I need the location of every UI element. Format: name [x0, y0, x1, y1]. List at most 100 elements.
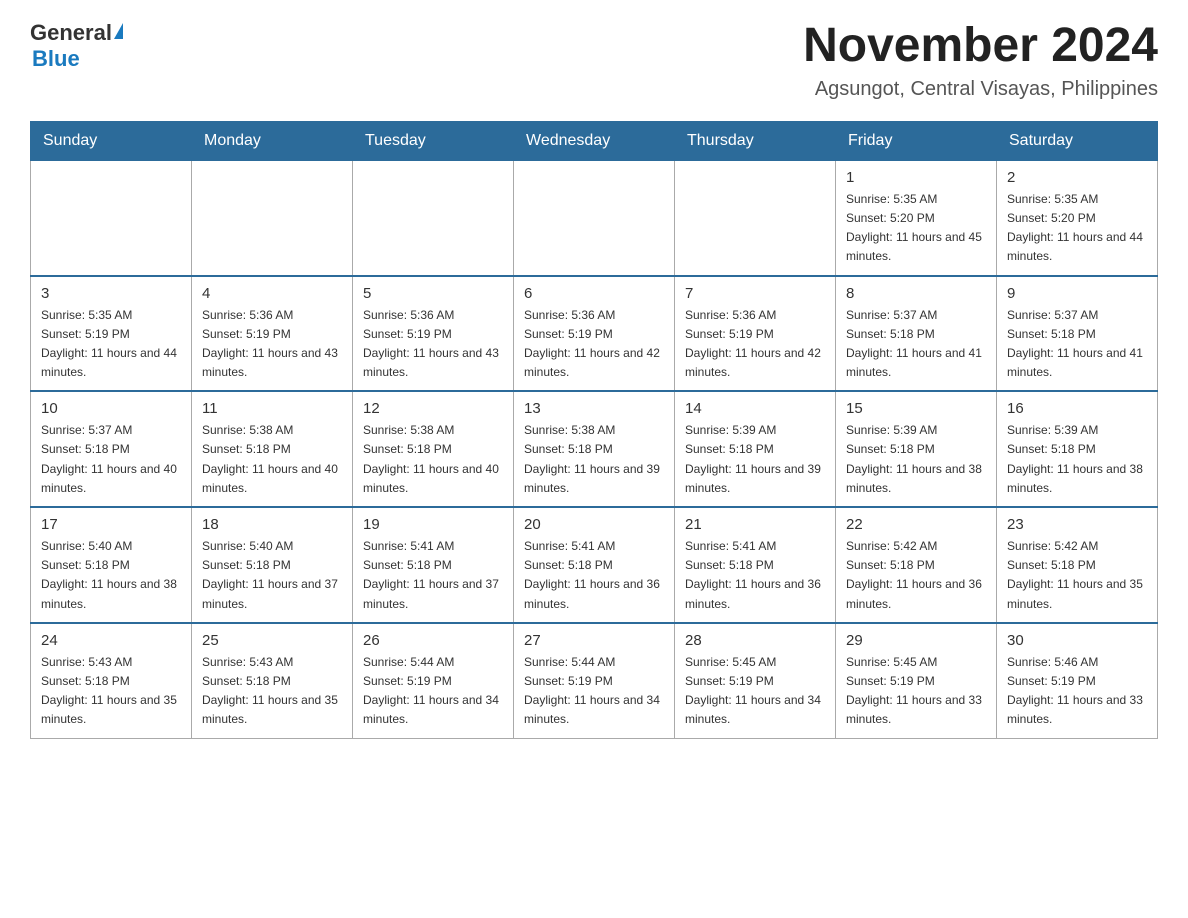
logo-general: General: [30, 20, 112, 46]
calendar-day-cell: 21 Sunrise: 5:41 AM Sunset: 5:18 PM Dayli…: [675, 507, 836, 623]
day-info: Sunrise: 5:43 AM Sunset: 5:18 PM Dayligh…: [41, 653, 181, 730]
day-info: Sunrise: 5:40 AM Sunset: 5:18 PM Dayligh…: [202, 537, 342, 614]
calendar-day-cell: 27 Sunrise: 5:44 AM Sunset: 5:19 PM Dayli…: [514, 623, 675, 738]
calendar-day-cell: 20 Sunrise: 5:41 AM Sunset: 5:18 PM Dayli…: [514, 507, 675, 623]
day-number: 13: [524, 400, 664, 417]
calendar-day-cell: [31, 160, 192, 275]
logo: General Blue: [30, 20, 123, 72]
day-number: 8: [846, 285, 986, 302]
day-number: 20: [524, 516, 664, 533]
day-of-week-header: Thursday: [675, 121, 836, 160]
day-info: Sunrise: 5:35 AM Sunset: 5:19 PM Dayligh…: [41, 306, 181, 383]
day-number: 21: [685, 516, 825, 533]
day-number: 9: [1007, 285, 1147, 302]
calendar-week-row: 24Sunrise: 5:43 AM Sunset: 5:18 PM Dayli…: [31, 623, 1158, 738]
calendar-day-cell: 30 Sunrise: 5:46 AM Sunset: 5:19 PM Dayli…: [997, 623, 1158, 738]
calendar-day-cell: 17 Sunrise: 5:40 AM Sunset: 5:18 PM Dayli…: [31, 507, 192, 623]
calendar-week-row: 1 Sunrise: 5:35 AM Sunset: 5:20 PM Daylig…: [31, 160, 1158, 275]
calendar-day-cell: [675, 160, 836, 275]
calendar-day-cell: 18 Sunrise: 5:40 AM Sunset: 5:18 PM Dayli…: [192, 507, 353, 623]
calendar-day-cell: 23 Sunrise: 5:42 AM Sunset: 5:18 PM Dayli…: [997, 507, 1158, 623]
day-number: 11: [202, 400, 342, 417]
day-number: 30: [1007, 632, 1147, 649]
day-info: Sunrise: 5:35 AM Sunset: 5:20 PM Dayligh…: [1007, 190, 1147, 267]
calendar-day-cell: 28 Sunrise: 5:45 AM Sunset: 5:19 PM Dayli…: [675, 623, 836, 738]
calendar-day-cell: 13 Sunrise: 5:38 AM Sunset: 5:18 PM Dayli…: [514, 391, 675, 507]
day-number: 19: [363, 516, 503, 533]
day-number: 1: [846, 169, 986, 186]
title-section: November 2024 Agsungot, Central Visayas,…: [803, 20, 1158, 101]
day-number: 14: [685, 400, 825, 417]
day-info: Sunrise: 5:36 AM Sunset: 5:19 PM Dayligh…: [363, 306, 503, 383]
day-info: Sunrise: 5:45 AM Sunset: 5:19 PM Dayligh…: [685, 653, 825, 730]
day-number: 18: [202, 516, 342, 533]
calendar-week-row: 10 Sunrise: 5:37 AM Sunset: 5:18 PM Dayli…: [31, 391, 1158, 507]
day-info: Sunrise: 5:40 AM Sunset: 5:18 PM Dayligh…: [41, 537, 181, 614]
day-number: 25: [202, 632, 342, 649]
day-info: Sunrise: 5:39 AM Sunset: 5:18 PM Dayligh…: [1007, 421, 1147, 498]
calendar-day-cell: 22Sunrise: 5:42 AM Sunset: 5:18 PM Dayli…: [836, 507, 997, 623]
day-number: 26: [363, 632, 503, 649]
day-info: Sunrise: 5:37 AM Sunset: 5:18 PM Dayligh…: [1007, 306, 1147, 383]
day-number: 17: [41, 516, 181, 533]
day-of-week-header: Saturday: [997, 121, 1158, 160]
day-info: Sunrise: 5:42 AM Sunset: 5:18 PM Dayligh…: [846, 537, 986, 614]
day-number: 23: [1007, 516, 1147, 533]
calendar-day-cell: 4 Sunrise: 5:36 AM Sunset: 5:19 PM Daylig…: [192, 276, 353, 392]
day-info: Sunrise: 5:37 AM Sunset: 5:18 PM Dayligh…: [41, 421, 181, 498]
day-info: Sunrise: 5:46 AM Sunset: 5:19 PM Dayligh…: [1007, 653, 1147, 730]
calendar-day-cell: 6 Sunrise: 5:36 AM Sunset: 5:19 PM Daylig…: [514, 276, 675, 392]
calendar-day-cell: 15Sunrise: 5:39 AM Sunset: 5:18 PM Dayli…: [836, 391, 997, 507]
calendar-day-cell: 26 Sunrise: 5:44 AM Sunset: 5:19 PM Dayli…: [353, 623, 514, 738]
calendar-day-cell: 25Sunrise: 5:43 AM Sunset: 5:18 PM Dayli…: [192, 623, 353, 738]
calendar-day-cell: 9 Sunrise: 5:37 AM Sunset: 5:18 PM Daylig…: [997, 276, 1158, 392]
logo-blue-text: Blue: [32, 46, 80, 72]
day-info: Sunrise: 5:39 AM Sunset: 5:18 PM Dayligh…: [685, 421, 825, 498]
day-info: Sunrise: 5:41 AM Sunset: 5:18 PM Dayligh…: [685, 537, 825, 614]
calendar-day-cell: 8 Sunrise: 5:37 AM Sunset: 5:18 PM Daylig…: [836, 276, 997, 392]
calendar-day-cell: 5 Sunrise: 5:36 AM Sunset: 5:19 PM Daylig…: [353, 276, 514, 392]
day-number: 27: [524, 632, 664, 649]
day-number: 5: [363, 285, 503, 302]
calendar-day-cell: [514, 160, 675, 275]
day-info: Sunrise: 5:45 AM Sunset: 5:19 PM Dayligh…: [846, 653, 986, 730]
calendar-day-cell: [192, 160, 353, 275]
calendar-day-cell: 7Sunrise: 5:36 AM Sunset: 5:19 PM Daylig…: [675, 276, 836, 392]
day-info: Sunrise: 5:36 AM Sunset: 5:19 PM Dayligh…: [524, 306, 664, 383]
day-number: 10: [41, 400, 181, 417]
day-info: Sunrise: 5:41 AM Sunset: 5:18 PM Dayligh…: [524, 537, 664, 614]
calendar-day-cell: 24Sunrise: 5:43 AM Sunset: 5:18 PM Dayli…: [31, 623, 192, 738]
day-number: 29: [846, 632, 986, 649]
day-number: 6: [524, 285, 664, 302]
day-info: Sunrise: 5:37 AM Sunset: 5:18 PM Dayligh…: [846, 306, 986, 383]
day-number: 16: [1007, 400, 1147, 417]
day-info: Sunrise: 5:44 AM Sunset: 5:19 PM Dayligh…: [363, 653, 503, 730]
day-number: 2: [1007, 169, 1147, 186]
month-title: November 2024: [803, 20, 1158, 73]
day-number: 12: [363, 400, 503, 417]
day-info: Sunrise: 5:38 AM Sunset: 5:18 PM Dayligh…: [363, 421, 503, 498]
logo-triangle-icon: [114, 23, 123, 39]
day-number: 7: [685, 285, 825, 302]
day-of-week-header: Sunday: [31, 121, 192, 160]
day-number: 28: [685, 632, 825, 649]
day-of-week-header: Wednesday: [514, 121, 675, 160]
day-info: Sunrise: 5:39 AM Sunset: 5:18 PM Dayligh…: [846, 421, 986, 498]
day-number: 4: [202, 285, 342, 302]
day-info: Sunrise: 5:44 AM Sunset: 5:19 PM Dayligh…: [524, 653, 664, 730]
calendar-day-cell: 11 Sunrise: 5:38 AM Sunset: 5:18 PM Dayli…: [192, 391, 353, 507]
day-number: 3: [41, 285, 181, 302]
day-info: Sunrise: 5:35 AM Sunset: 5:20 PM Dayligh…: [846, 190, 986, 267]
calendar-table: SundayMondayTuesdayWednesdayThursdayFrid…: [30, 121, 1158, 739]
calendar-day-cell: 1 Sunrise: 5:35 AM Sunset: 5:20 PM Daylig…: [836, 160, 997, 275]
day-info: Sunrise: 5:38 AM Sunset: 5:18 PM Dayligh…: [202, 421, 342, 498]
calendar-day-cell: 10 Sunrise: 5:37 AM Sunset: 5:18 PM Dayli…: [31, 391, 192, 507]
day-info: Sunrise: 5:42 AM Sunset: 5:18 PM Dayligh…: [1007, 537, 1147, 614]
calendar-day-cell: 16 Sunrise: 5:39 AM Sunset: 5:18 PM Dayli…: [997, 391, 1158, 507]
day-info: Sunrise: 5:36 AM Sunset: 5:19 PM Dayligh…: [202, 306, 342, 383]
day-info: Sunrise: 5:38 AM Sunset: 5:18 PM Dayligh…: [524, 421, 664, 498]
calendar-day-cell: 19Sunrise: 5:41 AM Sunset: 5:18 PM Dayli…: [353, 507, 514, 623]
page-header: General Blue November 2024 Agsungot, Cen…: [30, 20, 1158, 101]
calendar-day-cell: 2 Sunrise: 5:35 AM Sunset: 5:20 PM Daylig…: [997, 160, 1158, 275]
calendar-day-cell: 3 Sunrise: 5:35 AM Sunset: 5:19 PM Daylig…: [31, 276, 192, 392]
